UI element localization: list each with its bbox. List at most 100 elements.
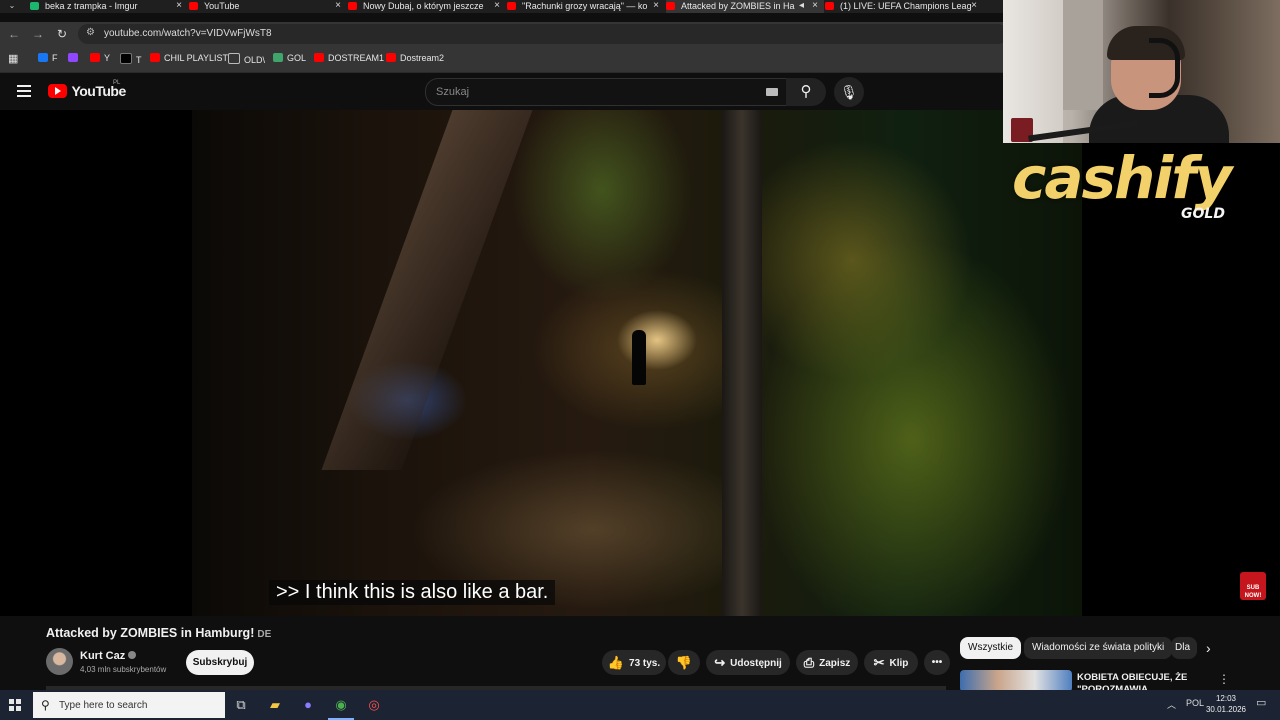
search-icon: ⚲ — [41, 698, 50, 712]
folder-icon — [228, 53, 240, 64]
file-explorer-icon[interactable]: ▰ — [265, 695, 285, 715]
save-button[interactable]: ⎙ Zapisz — [796, 650, 858, 675]
youtube-icon — [314, 53, 324, 62]
windows-taskbar: ⚲ Type here to search ⧉ ▰ ● ◉ ◎ ︿ POL 12… — [0, 690, 1280, 720]
taskbar-clock[interactable]: 12:03 30.01.2026 — [1205, 693, 1247, 715]
sponsor-logo-sub: GOLD — [1181, 206, 1225, 222]
chip-all[interactable]: Wszystkie — [960, 637, 1021, 659]
chevron-right-icon[interactable]: › — [1206, 640, 1211, 656]
search-placeholder: Szukaj — [436, 86, 470, 98]
speaker-icon[interactable]: ◂ — [799, 0, 804, 12]
subscribe-watermark[interactable]: SUB NOW! — [1240, 572, 1266, 600]
channel-name[interactable]: Kurt Caz — [80, 650, 137, 662]
microphone-icon: 🎙 — [840, 84, 858, 100]
search-input[interactable]: Szukaj — [425, 78, 787, 106]
close-icon[interactable]: × — [653, 0, 659, 12]
bookmark-youtube[interactable]: Y — [90, 53, 110, 63]
close-icon[interactable]: × — [812, 0, 818, 12]
discord-icon[interactable]: ● — [298, 695, 318, 715]
menu-icon[interactable] — [17, 85, 31, 97]
tab-rachunki[interactable]: "Rachunki grozy wracają" — ko × — [507, 0, 665, 13]
youtube-icon — [666, 2, 675, 10]
youtube-icon — [348, 2, 357, 10]
like-button[interactable]: 👍 73 tys. — [602, 650, 666, 675]
thumbs-up-icon: 👍 — [607, 655, 625, 670]
url-text: youtube.com/watch?v=VIDVwFjWsT8 — [104, 28, 272, 39]
close-icon[interactable]: × — [494, 0, 500, 12]
search-icon: ⚲ — [800, 83, 812, 100]
youtube-icon — [90, 53, 100, 62]
taskbar-search-input[interactable]: ⚲ Type here to search — [33, 692, 225, 718]
bookmark-old-folder[interactable]: OLD\ — [228, 53, 265, 65]
address-bar[interactable]: ⚙ youtube.com/watch?v=VIDVwFjWsT8 — [78, 24, 1008, 44]
more-vert-icon[interactable]: ⋮ — [1218, 672, 1230, 686]
tab-attacked-by-zombies[interactable]: Attacked by ZOMBIES in Ha ◂ × — [666, 0, 824, 13]
chip-dla[interactable]: Dla — [1171, 637, 1197, 659]
share-button[interactable]: ↪ Udostępnij — [706, 650, 790, 675]
reload-icon[interactable]: ↻ — [54, 26, 70, 42]
notification-icon[interactable]: ▭ — [1256, 696, 1266, 709]
subscribe-button[interactable]: Subskrybuj — [186, 650, 254, 675]
apps-icon[interactable]: ▦ — [8, 52, 18, 65]
clip-button[interactable]: ✂ Klip — [864, 650, 918, 675]
bookmark-twitch[interactable] — [68, 53, 82, 63]
youtube-logo[interactable]: YouTube PL — [48, 80, 126, 102]
close-icon[interactable]: × — [971, 0, 977, 12]
facebook-icon — [38, 53, 48, 62]
task-view-icon[interactable]: ⧉ — [231, 695, 251, 715]
tray-chevron-icon[interactable]: ︿ — [1167, 698, 1176, 711]
bookmark-chil-playlist[interactable]: CHIL PLAYLIST — [150, 53, 228, 63]
thumbs-down-icon: 👎 — [675, 655, 693, 670]
recommendation-thumbnail[interactable] — [960, 670, 1072, 692]
tab-search-icon[interactable]: ⌄ — [4, 0, 20, 13]
x-icon — [120, 53, 132, 64]
video-figure — [632, 330, 646, 385]
video-frame[interactable] — [192, 110, 1082, 616]
bookmark-dostream2[interactable]: Dostream2 — [386, 53, 444, 63]
voice-search-button[interactable]: 🎙 — [834, 77, 864, 107]
dislike-button[interactable]: 👎 — [668, 650, 700, 675]
tab-imgur[interactable]: beka z trampka - Imgur × — [30, 0, 188, 13]
recommendation-title[interactable]: KOBIETA OBIECUJE, ŻE "POROZMAWIA — [1077, 672, 1197, 692]
more-actions-button[interactable]: ••• — [924, 650, 950, 675]
search-button[interactable]: ⚲ — [786, 78, 826, 106]
youtube-icon — [150, 53, 160, 62]
youtube-icon — [825, 2, 834, 10]
sponsor-logo: cashify — [1012, 144, 1232, 212]
bookmark-dostream1[interactable]: DOSTREAM1 — [314, 53, 384, 63]
video-caption: >> I think this is also like a bar. — [269, 580, 556, 605]
twitch-icon — [68, 53, 78, 62]
windows-start-icon[interactable] — [9, 699, 21, 711]
back-icon[interactable]: ← — [6, 26, 22, 42]
obs-icon[interactable]: ◎ — [364, 695, 384, 715]
tab-youtube[interactable]: YouTube × — [189, 0, 347, 13]
tab-nowy-dubaj[interactable]: Nowy Dubaj, o którym jeszcze × — [348, 0, 506, 13]
language-indicator[interactable]: POL — [1186, 698, 1204, 708]
bookmark-x[interactable]: T — [120, 53, 142, 65]
subscriber-count: 4,03 mln subskrybentów — [80, 665, 167, 674]
channel-avatar[interactable] — [46, 648, 73, 675]
imgur-icon — [30, 2, 39, 10]
webcam-overlay — [1003, 0, 1280, 143]
region-code: PL — [113, 80, 121, 86]
headset-icon — [1149, 38, 1180, 98]
chip-politics[interactable]: Wiadomości ze świata polityki — [1024, 637, 1173, 659]
bookmark-icon: ⎙ — [803, 655, 815, 670]
youtube-play-icon — [48, 83, 67, 98]
chrome-icon[interactable]: ◉ — [331, 695, 351, 715]
close-icon[interactable]: × — [176, 0, 182, 12]
video-tree-trunk — [321, 110, 533, 470]
close-icon[interactable]: × — [335, 0, 341, 12]
gol-icon — [273, 53, 283, 62]
keyboard-icon[interactable] — [766, 88, 778, 96]
forward-icon[interactable]: → — [30, 26, 46, 42]
youtube-icon — [189, 2, 198, 10]
more-icon: ••• — [931, 657, 943, 668]
youtube-icon — [386, 53, 396, 62]
bookmark-facebook[interactable]: F — [38, 53, 58, 63]
verified-icon — [128, 651, 137, 659]
bookmark-gol[interactable]: GOL — [273, 53, 306, 63]
share-icon: ↪ — [714, 655, 726, 670]
tab-uefa-live[interactable]: (1) LIVE: UEFA Champions Leag × — [825, 0, 983, 13]
site-info-icon[interactable]: ⚙ — [86, 27, 95, 38]
